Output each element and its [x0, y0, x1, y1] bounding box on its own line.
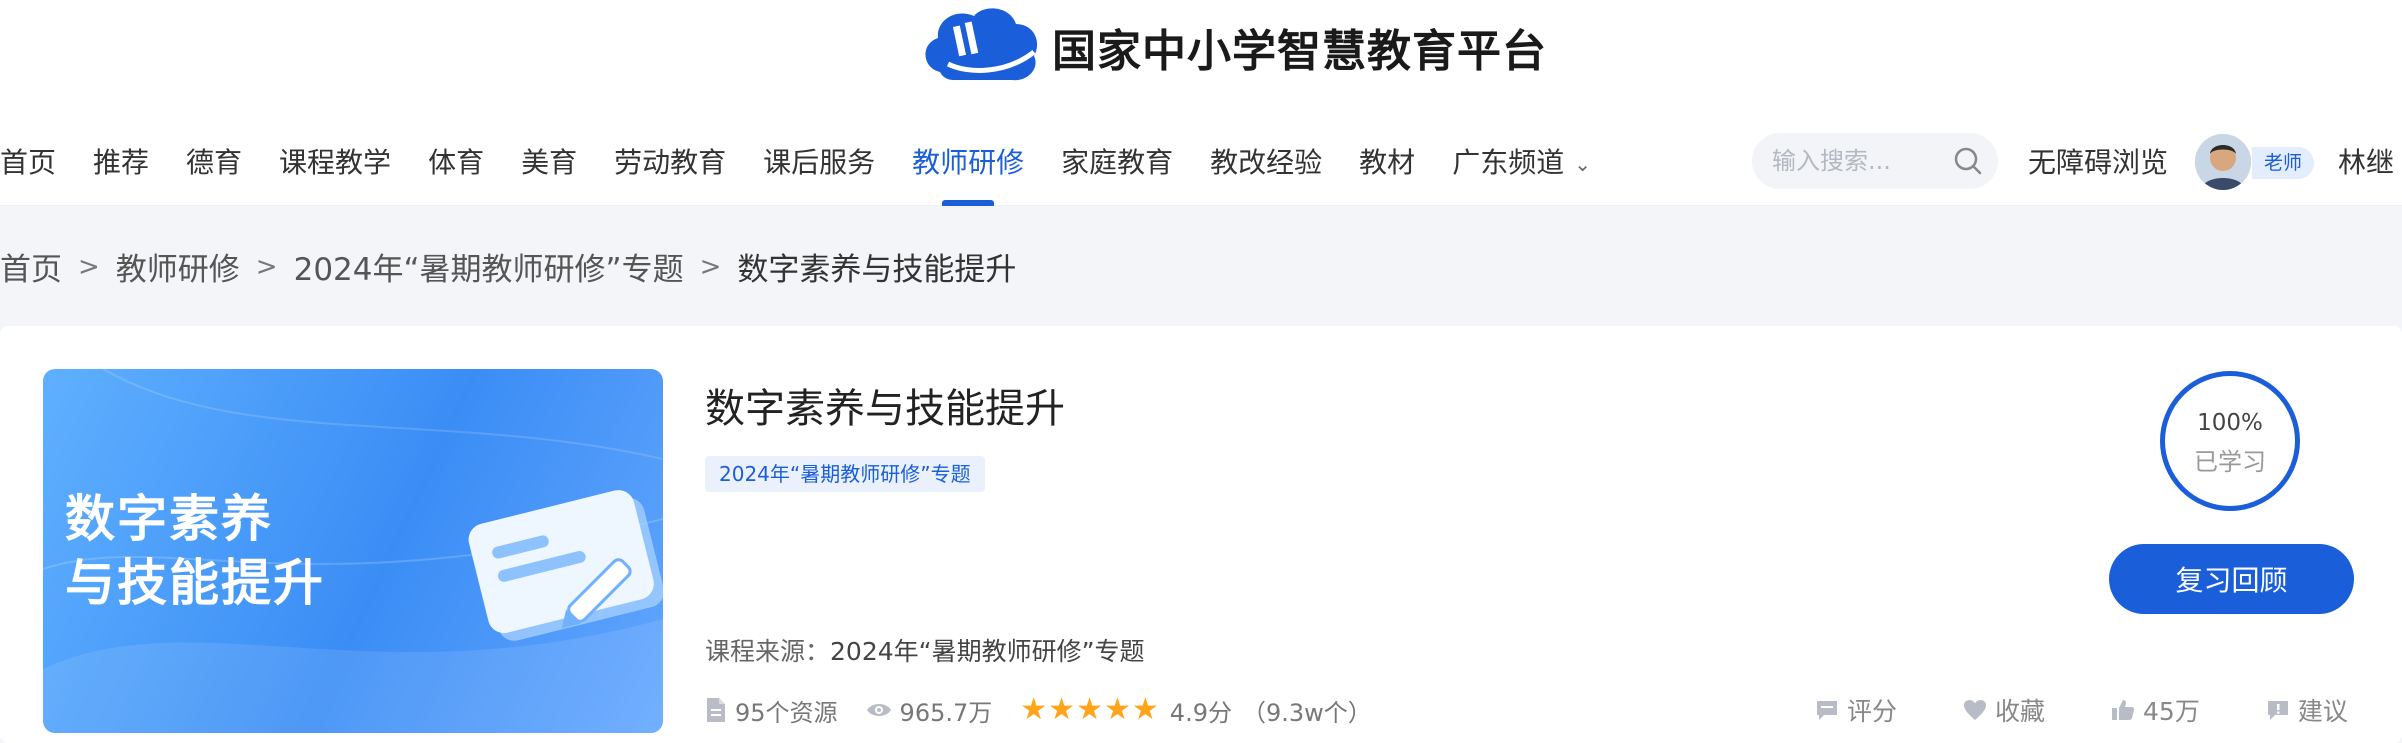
resources-count: 95个资源	[735, 698, 838, 727]
nav-item-family-education[interactable]: 家庭教育	[1061, 120, 1173, 206]
favorite-label: 收藏	[1995, 697, 2046, 726]
star-icon: ★	[1103, 692, 1131, 727]
rate-label: 评分	[1847, 697, 1898, 726]
breadcrumb-item-topic[interactable]: 2024年“暑期教师研修”专题	[294, 244, 684, 289]
card-pencil-icon	[468, 490, 663, 641]
like-button[interactable]: 45万	[2111, 692, 2200, 728]
nav-item-after-school[interactable]: 课后服务	[763, 120, 875, 206]
topic-tag[interactable]: 2024年“暑期教师研修”专题	[705, 456, 985, 492]
logo-cloud-icon	[925, 8, 1038, 81]
review-button[interactable]: 复习回顾	[2109, 544, 2354, 614]
source-label: 课程来源：	[705, 637, 831, 666]
feedback-icon	[2267, 701, 2288, 720]
eye-icon	[866, 704, 891, 716]
star-icon: ★	[1076, 692, 1103, 727]
page-body: 首页 > 教师研修 > 2024年“暑期教师研修”专题 > 数字素养与技能提升 …	[0, 206, 2402, 743]
nav-item-guangdong-channel[interactable]: 广东频道 ⌄	[1452, 120, 1591, 206]
chevron-down-icon: ⌄	[1574, 152, 1591, 176]
nav-item-guangdong-label: 广东频道	[1452, 146, 1565, 179]
star-icon: ★	[1131, 692, 1159, 727]
nav-item-moral-education[interactable]: 德育	[186, 120, 242, 206]
avatar[interactable]	[2195, 134, 2251, 190]
heart-icon	[1964, 700, 1987, 720]
nav-item-labor-education[interactable]: 劳动教育	[614, 120, 726, 206]
likes-count: 45万	[2143, 697, 2200, 726]
search-box	[1752, 133, 1998, 189]
site-name: 国家中小学智慧教育平台	[1052, 26, 1547, 77]
views-count: 965.7万	[899, 698, 993, 727]
suggest-button[interactable]: 建议	[2266, 692, 2348, 728]
cover-title-line: 与技能提升	[65, 554, 325, 612]
rating-count: （9.3w个）	[1241, 698, 1372, 727]
rate-button[interactable]: 评分	[1815, 692, 1897, 728]
accessibility-link[interactable]: 无障碍浏览	[2028, 120, 2168, 206]
progress-status: 已学习	[2194, 448, 2266, 476]
favorite-button[interactable]: 收藏	[1963, 692, 2045, 728]
role-badge: 老师	[2252, 147, 2315, 179]
suggest-label: 建议	[2297, 697, 2348, 726]
rating-score: 4.9分	[1169, 698, 1232, 727]
breadcrumb: 首页 > 教师研修 > 2024年“暑期教师研修”专题 > 数字素养与技能提升	[0, 244, 1016, 289]
username[interactable]: 林继	[2338, 120, 2394, 206]
breadcrumb-separator: >	[78, 251, 100, 282]
breadcrumb-current: 数字素养与技能提升	[737, 252, 1017, 288]
top-bar: 国家中小学智慧教育平台	[0, 0, 2402, 110]
main-nav: 首页 推荐 德育 课程教学 体育 美育 劳动教育 课后服务 教师研修 家庭教育 …	[0, 120, 2402, 206]
progress-percent: 100%	[2197, 410, 2263, 436]
site-logo[interactable]: 国家中小学智慧教育平台	[918, 2, 1547, 92]
progress-circle: 100% 已学习	[2160, 371, 2300, 511]
star-icon: ★	[1048, 692, 1076, 727]
rating-stars: ★ ★ ★ ★ ★	[1020, 695, 1160, 725]
nav-item-course-teaching[interactable]: 课程教学	[279, 120, 391, 206]
source-value: 2024年“暑期教师研修”专题	[830, 637, 1145, 666]
breadcrumb-item-teacher-training[interactable]: 教师研修	[116, 244, 240, 289]
nav-item-recommend[interactable]: 推荐	[93, 120, 149, 206]
course-title: 数字素养与技能提升	[705, 386, 1065, 432]
document-icon	[707, 698, 725, 722]
breadcrumb-separator: >	[255, 251, 278, 282]
nav-item-arts[interactable]: 美育	[521, 120, 577, 206]
breadcrumb-item-home[interactable]: 首页	[0, 244, 62, 289]
user-avatar-icon	[2195, 134, 2251, 190]
course-source: 课程来源：2024年“暑期教师研修”专题	[705, 632, 1145, 668]
resources-stat: 95个资源	[705, 693, 838, 728]
nav-item-teacher-training[interactable]: 教师研修	[912, 120, 1024, 206]
course-cover[interactable]: 数字素养 与技能提升	[43, 369, 663, 733]
breadcrumb-separator: >	[699, 251, 722, 282]
search-icon[interactable]	[1952, 145, 1984, 177]
course-stats: 95个资源 965.7万 ★ ★ ★ ★ ★ 4.9分 （9.3w个）	[705, 692, 1372, 728]
nav-items: 首页 推荐 德育 课程教学 体育 美育 劳动教育 课后服务 教师研修 家庭教育 …	[0, 120, 1628, 206]
views-stat: 965.7万	[866, 693, 993, 728]
nav-item-textbooks[interactable]: 教材	[1359, 120, 1415, 206]
thumbs-up-icon	[2112, 700, 2135, 720]
nav-item-reform-experience[interactable]: 教改经验	[1210, 120, 1322, 206]
comment-icon	[1817, 701, 1837, 720]
star-icon: ★	[1020, 692, 1048, 727]
nav-item-home[interactable]: 首页	[0, 120, 56, 206]
course-card: 数字素养 与技能提升 数字素养与技能提升 2024年“暑期教师研修”专题 课程来…	[0, 326, 2402, 743]
search-input[interactable]	[1772, 133, 1942, 189]
course-actions: 评分 收藏 45万 建议	[1815, 692, 2348, 728]
cover-title-line: 数字素养	[65, 490, 273, 548]
nav-item-sports[interactable]: 体育	[428, 120, 484, 206]
cover-title: 数字素养 与技能提升	[65, 487, 325, 615]
